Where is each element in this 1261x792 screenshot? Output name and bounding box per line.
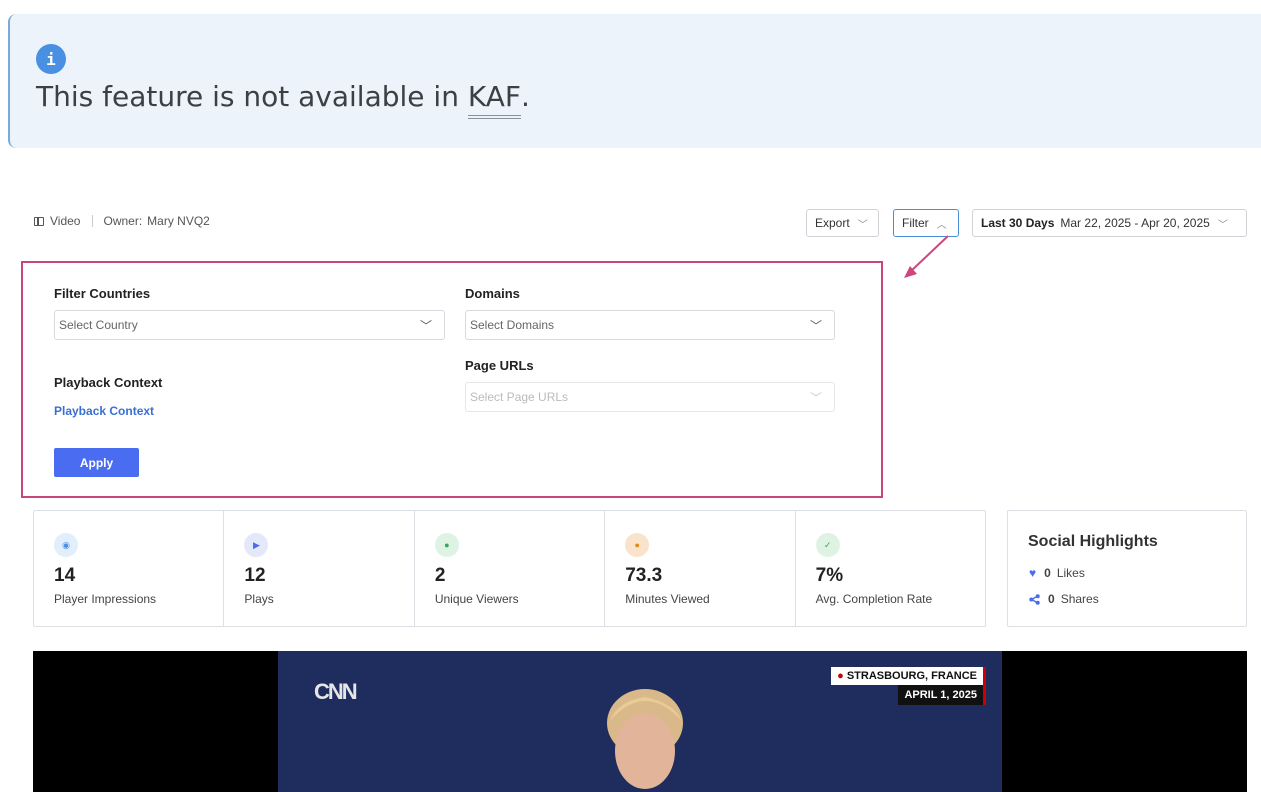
filter-label: Filter	[902, 216, 929, 230]
speaker-figure	[607, 689, 683, 789]
shares-label: Shares	[1060, 592, 1099, 606]
stat-plays: ▶ 12 Plays	[224, 511, 415, 626]
chevron-down-icon: ﹀	[809, 390, 822, 405]
chevron-down-icon: ﹀	[857, 219, 868, 231]
shares-count: 0	[1048, 592, 1055, 606]
play-icon: ▶	[244, 533, 269, 557]
info-icon: i	[36, 44, 66, 74]
social-title: Social Highlights	[1028, 533, 1158, 550]
video-icon	[34, 216, 44, 226]
location-value: STRASBOURG, FRANCE	[846, 670, 977, 682]
video-player[interactable]: CNN ● STRASBOURG, FRANCE APRIL 1, 2025	[33, 651, 1247, 792]
date-range-label: Last 30 Days	[981, 216, 1055, 230]
clock-icon: ●	[625, 533, 650, 557]
page-urls-label: Page URLs	[465, 358, 534, 373]
filter-toggle[interactable]: Filter ︿	[893, 209, 959, 237]
domains-select[interactable]: Select Domains ﹀	[465, 310, 835, 340]
likes-label: Likes	[1056, 566, 1085, 580]
owner-label: Owner:	[103, 214, 143, 228]
filter-panel: Filter Countries Select Country ﹀ Domain…	[21, 261, 883, 498]
stat-player-impressions: ◉ 14 Player Impressions	[34, 511, 225, 626]
date-range-value: Mar 22, 2025 - Apr 20, 2025	[1060, 216, 1210, 230]
chevron-down-icon: ﹀	[419, 318, 432, 333]
page-urls-select-placeholder: Select Page URLs	[470, 390, 569, 404]
stat-label: Minutes Viewed	[625, 592, 710, 606]
chevron-down-icon: ﹀	[809, 318, 822, 333]
page-urls-select: Select Page URLs ﹀	[465, 382, 835, 412]
playback-context-label: Playback Context	[54, 375, 163, 390]
stat-value: 12	[244, 565, 266, 586]
owner-name: Mary NVQ2	[147, 214, 210, 228]
breadcrumb-divider	[92, 215, 94, 227]
social-highlights: Social Highlights ♥ 0 Likes 0 Shares	[1007, 510, 1247, 627]
country-select[interactable]: Select Country ﹀	[54, 310, 445, 340]
stat-value: 73.3	[625, 565, 663, 586]
stat-value: 2	[434, 565, 446, 586]
export-label: Export	[815, 216, 850, 230]
date-text: APRIL 1, 2025	[898, 685, 983, 705]
stat-minutes-viewed: ● 73.3 Minutes Viewed	[605, 511, 796, 626]
notice-suffix: .	[520, 80, 530, 113]
stat-value: 7%	[815, 565, 844, 586]
domains-select-placeholder: Select Domains	[470, 318, 555, 332]
heart-icon: ♥	[1029, 566, 1037, 580]
date-range-picker[interactable]: Last 30 Days Mar 22, 2025 - Apr 20, 2025…	[972, 209, 1247, 237]
domains-label: Domains	[465, 286, 520, 301]
stat-label: Avg. Completion Rate	[815, 592, 933, 606]
apply-button[interactable]: Apply	[54, 448, 139, 477]
location-text: ● STRASBOURG, FRANCE	[831, 667, 983, 685]
location-pin-icon: ●	[837, 670, 844, 682]
info-notice: i This feature is not available in KAF.	[8, 14, 1261, 148]
stat-completion-rate: ✓ 7% Avg. Completion Rate	[796, 511, 985, 626]
chevron-up-icon: ︿	[936, 219, 947, 231]
breadcrumb: Video Owner: Mary NVQ2	[34, 214, 210, 228]
notice-message: This feature is not available in KAF.	[36, 80, 530, 119]
share-icon	[1029, 593, 1040, 605]
entry-type: Video	[50, 214, 81, 228]
filter-countries-label: Filter Countries	[54, 286, 151, 301]
kaf-link[interactable]: KAF	[467, 80, 521, 119]
stat-value: 14	[54, 565, 76, 586]
export-dropdown[interactable]: Export ﹀	[806, 209, 879, 237]
notice-text: This feature is not available in	[36, 80, 468, 113]
annotation-arrow	[904, 235, 949, 278]
stat-label: Player Impressions	[54, 592, 157, 606]
check-icon: ✓	[815, 533, 840, 557]
eye-icon: ◉	[54, 533, 78, 557]
chevron-down-icon: ﹀	[1217, 219, 1228, 231]
video-frame: CNN ● STRASBOURG, FRANCE APRIL 1, 2025	[278, 651, 1002, 792]
likes-count: 0	[1044, 566, 1051, 580]
location-overlay: ● STRASBOURG, FRANCE APRIL 1, 2025	[831, 667, 986, 705]
shares-row: 0 Shares	[1029, 592, 1099, 606]
stat-label: Plays	[244, 592, 274, 606]
cnn-logo: CNN	[314, 679, 358, 704]
country-select-placeholder: Select Country	[59, 318, 138, 332]
stat-label: Unique Viewers	[434, 592, 519, 606]
likes-row: ♥ 0 Likes	[1029, 566, 1085, 580]
stats-bar: ◉ 14 Player Impressions ▶ 12 Plays ● 2 U…	[33, 510, 986, 627]
user-icon: ●	[434, 533, 459, 557]
playback-context-link[interactable]: Playback Context	[54, 404, 154, 418]
stat-unique-viewers: ● 2 Unique Viewers	[415, 511, 606, 626]
